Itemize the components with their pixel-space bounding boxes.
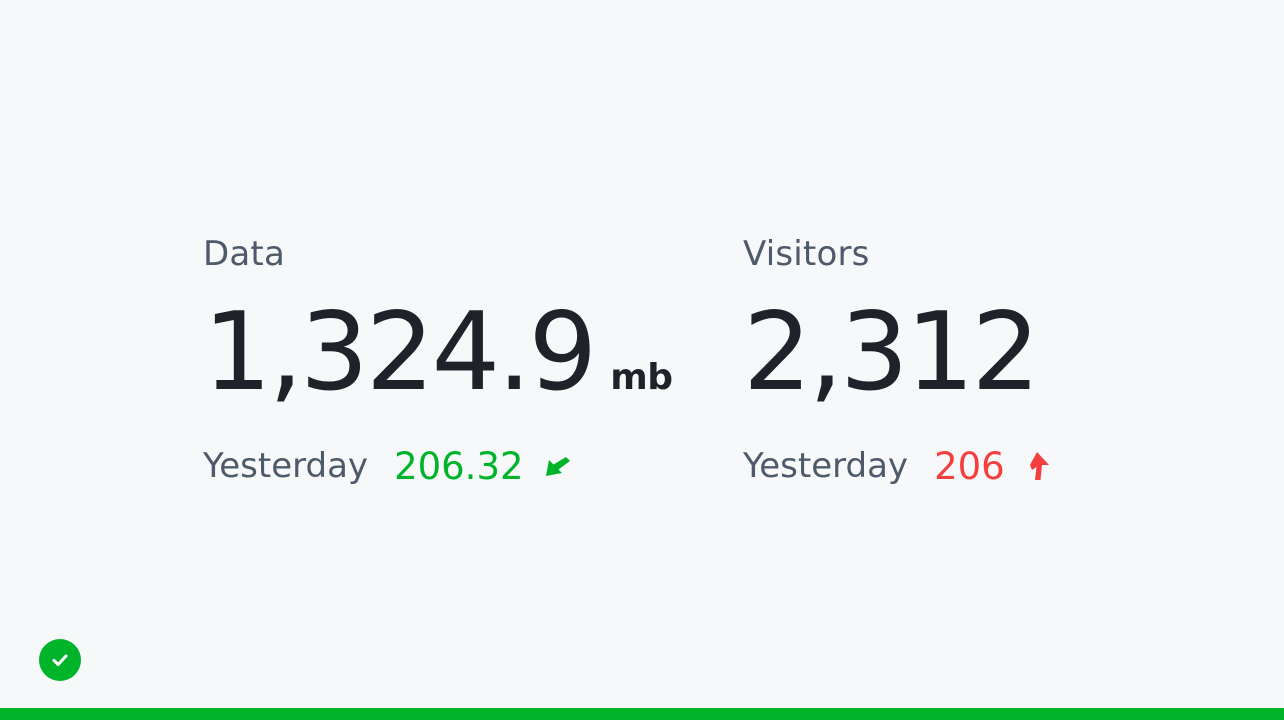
- compare-value: 206.32: [394, 444, 524, 488]
- statistic-visitors: Visitors 2,312 Yesterday 206: [743, 232, 1053, 488]
- statistic-unit: mb: [610, 357, 673, 398]
- statistic-compare: Yesterday 206: [743, 444, 1053, 488]
- progress-bar-fill: [0, 708, 1284, 720]
- arrow-fall-icon: [540, 450, 572, 482]
- statistic-title: Data: [203, 234, 285, 274]
- check-circle-icon: [39, 639, 81, 681]
- arrow-rise-icon: [1021, 450, 1053, 482]
- statistic-value-row: 1,324.9 mb: [203, 298, 673, 408]
- compare-label: Yesterday: [743, 446, 909, 486]
- compare-value: 206: [934, 444, 1005, 488]
- statistic-value-row: 2,312: [743, 298, 1053, 408]
- compare-label: Yesterday: [203, 446, 369, 486]
- statistic-value: 1,324.9: [203, 290, 597, 415]
- statistic-compare: Yesterday 206.32: [203, 444, 673, 488]
- statistic-value: 2,312: [743, 290, 1040, 415]
- progress-bar: [0, 708, 1284, 720]
- statistic-data: Data 1,324.9 mb Yesterday 206.32: [203, 232, 673, 488]
- statistic-title: Visitors: [743, 234, 870, 274]
